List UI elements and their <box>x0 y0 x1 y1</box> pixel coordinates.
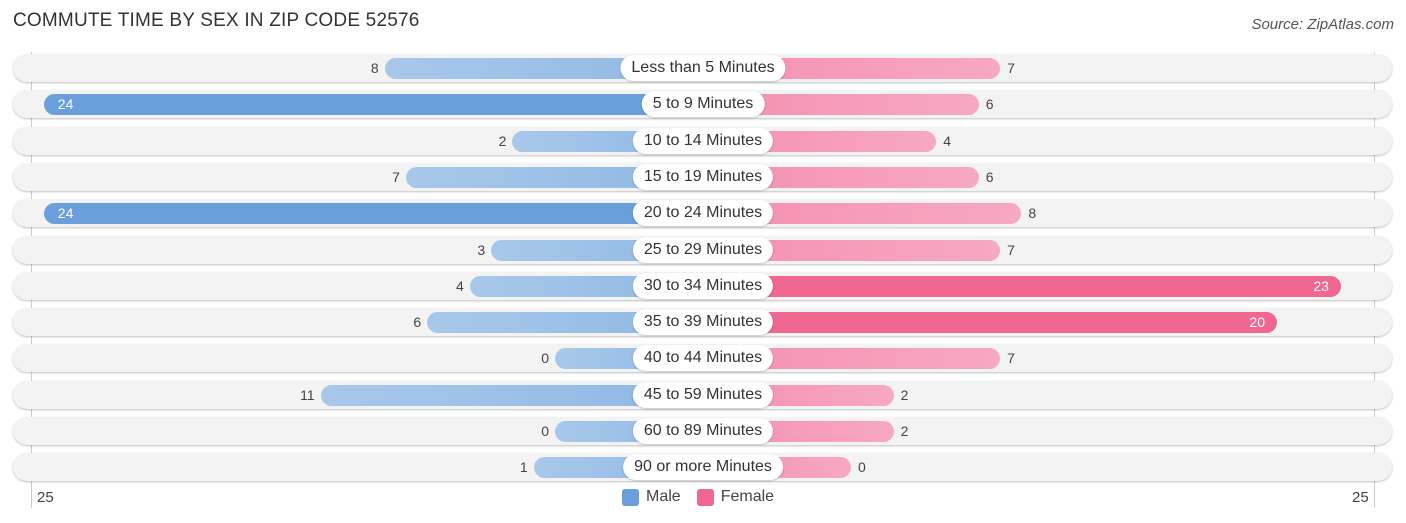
value-label-male: 24 <box>57 96 74 113</box>
value-label-male: 0 <box>541 423 549 439</box>
value-label-female: 4 <box>943 132 951 149</box>
axis-right-label: 25 <box>1352 489 1369 506</box>
bar-male <box>43 94 703 116</box>
value-label-male: 24 <box>57 205 74 222</box>
legend-item-male: Male <box>622 488 681 506</box>
category-label: Less than 5 Minutes <box>620 55 786 81</box>
value-label-female: 6 <box>985 168 994 185</box>
value-label-female: 7 <box>1007 60 1015 76</box>
value-label-male: 7 <box>392 168 400 185</box>
value-label-male: 3 <box>477 241 486 258</box>
category-label: 5 to 9 Minutes <box>641 91 765 118</box>
category-label: 10 to 14 Minutes <box>632 127 774 154</box>
legend-item-female: Female <box>696 488 775 506</box>
category-label: 60 to 89 Minutes <box>632 418 774 444</box>
value-label-male: 11 <box>300 386 315 403</box>
chart-title: COMMUTE TIME BY SEX IN ZIP CODE 52576 <box>13 10 420 31</box>
value-label-female: 2 <box>900 423 909 439</box>
value-label-female: 23 <box>1313 277 1329 294</box>
category-label: 20 to 24 Minutes <box>632 200 774 227</box>
legend-swatch-male <box>622 488 639 506</box>
value-label-male: 8 <box>370 60 379 76</box>
value-label-male: 1 <box>519 459 528 476</box>
category-label: 45 to 59 Minutes <box>632 381 774 408</box>
value-label-female: 7 <box>1007 241 1015 258</box>
value-label-female: 7 <box>1007 350 1015 367</box>
value-label-female: 8 <box>1028 205 1037 222</box>
category-label: 35 to 39 Minutes <box>632 309 774 336</box>
value-label-male: 4 <box>456 277 464 294</box>
legend-label-male: Male <box>646 488 681 505</box>
value-label-female: 20 <box>1249 314 1265 331</box>
legend-swatch-female <box>696 488 714 506</box>
legend-label-female: Female <box>720 488 775 505</box>
category-label: 40 to 44 Minutes <box>632 345 774 372</box>
value-label-male: 2 <box>498 132 507 149</box>
category-label: 30 to 34 Minutes <box>632 272 774 299</box>
category-label: 15 to 19 Minutes <box>632 163 774 190</box>
value-label-male: 0 <box>541 350 549 367</box>
value-label-male: 6 <box>413 314 422 331</box>
category-label: 90 or more Minutes <box>623 454 783 481</box>
bar-female <box>703 275 1341 297</box>
category-label: 25 to 29 Minutes <box>632 236 774 263</box>
bar-female <box>703 312 1277 334</box>
value-label-female: 6 <box>985 96 994 113</box>
value-label-female: 0 <box>858 459 866 476</box>
source-label: Source: ZipAtlas.com <box>1251 16 1394 33</box>
bar-male <box>43 203 703 225</box>
value-label-female: 2 <box>900 386 909 403</box>
axis-left-label: 25 <box>37 489 54 506</box>
legend: Male Female <box>622 488 774 506</box>
